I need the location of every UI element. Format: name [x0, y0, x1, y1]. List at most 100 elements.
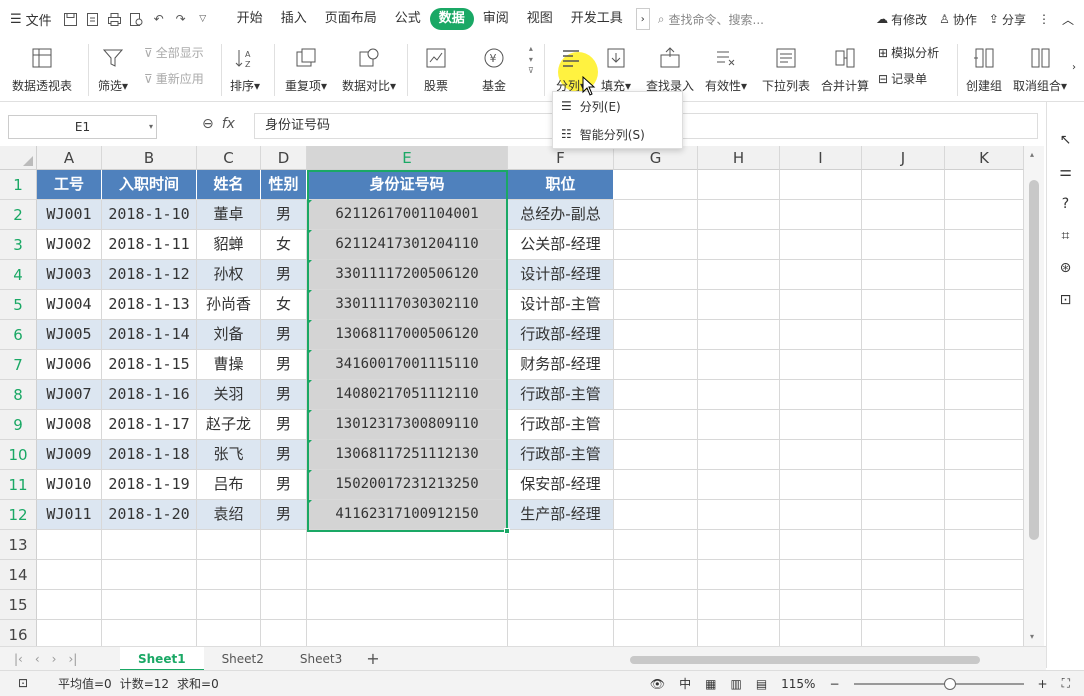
fill-button[interactable]: 填充▾ — [601, 44, 631, 94]
empty-cell[interactable] — [698, 200, 780, 230]
column-header-a[interactable]: A — [37, 146, 102, 170]
input-method-icon[interactable]: 中 — [679, 675, 691, 692]
empty-cell[interactable] — [508, 530, 614, 560]
empty-cell[interactable] — [508, 590, 614, 620]
table-header-cell[interactable]: 入职时间 — [102, 170, 197, 200]
row-header-3[interactable]: 3 — [0, 230, 37, 260]
empty-cell[interactable] — [945, 410, 1024, 440]
empty-cell[interactable] — [945, 500, 1024, 530]
table-cell[interactable]: 吕布 — [197, 470, 261, 500]
ribbon-next-chevron-icon[interactable]: › — [1072, 62, 1076, 73]
empty-cell[interactable] — [945, 440, 1024, 470]
empty-cell[interactable] — [862, 260, 945, 290]
table-cell[interactable]: 设计部-主管 — [508, 290, 614, 320]
chevron-down-icon[interactable]: ▾ — [149, 116, 153, 138]
column-header-b[interactable]: B — [102, 146, 197, 170]
table-cell[interactable]: 13068117000506120 — [307, 320, 508, 350]
sheet-tab-sheet1[interactable]: Sheet1 — [120, 646, 204, 671]
table-cell[interactable]: 34160017001115110 — [307, 350, 508, 380]
empty-cell[interactable] — [508, 620, 614, 646]
empty-cell[interactable] — [614, 350, 698, 380]
table-cell[interactable]: 男 — [261, 470, 307, 500]
row-header-9[interactable]: 9 — [0, 410, 37, 440]
empty-cell[interactable] — [780, 560, 862, 590]
table-header-cell[interactable]: 工号 — [37, 170, 102, 200]
file-menu[interactable]: ☰ 文件 — [0, 0, 60, 38]
merge-calculation-button[interactable]: 合并计算 — [821, 44, 869, 94]
macro-record-icon[interactable]: ⊡ — [18, 676, 28, 690]
empty-cell[interactable] — [780, 320, 862, 350]
empty-cell[interactable] — [698, 320, 780, 350]
collapse-ribbon-icon[interactable]: ︿ — [1062, 11, 1074, 28]
empty-cell[interactable] — [780, 410, 862, 440]
table-header-cell[interactable]: 性别 — [261, 170, 307, 200]
empty-cell[interactable] — [945, 590, 1024, 620]
empty-cell[interactable] — [614, 380, 698, 410]
table-cell[interactable]: 2018-1-15 — [102, 350, 197, 380]
table-cell[interactable]: 孙权 — [197, 260, 261, 290]
empty-cell[interactable] — [197, 560, 261, 590]
empty-cell[interactable] — [614, 230, 698, 260]
table-cell[interactable]: WJ002 — [37, 230, 102, 260]
customize-quick-access-icon[interactable]: ▽ — [192, 8, 214, 30]
row-header-1[interactable]: 1 — [0, 170, 37, 200]
tab-view[interactable]: 视图 — [518, 8, 562, 30]
empty-cell[interactable] — [508, 560, 614, 590]
table-cell[interactable]: 男 — [261, 260, 307, 290]
table-cell[interactable]: 2018-1-10 — [102, 200, 197, 230]
table-cell[interactable]: 2018-1-14 — [102, 320, 197, 350]
empty-cell[interactable] — [780, 380, 862, 410]
table-cell[interactable]: 女 — [261, 290, 307, 320]
empty-cell[interactable] — [945, 380, 1024, 410]
select-arrow-icon[interactable]: ↖ — [1060, 132, 1072, 148]
table-cell[interactable]: WJ005 — [37, 320, 102, 350]
sort-button[interactable]: AZ 排序▾ — [230, 44, 260, 94]
table-cell[interactable]: 男 — [261, 500, 307, 530]
fund-button[interactable]: ¥ 基金 — [480, 44, 508, 94]
create-group-button[interactable]: 创建组 — [966, 44, 1002, 94]
fullscreen-icon[interactable]: ⛶ — [1062, 676, 1070, 691]
empty-cell[interactable] — [780, 500, 862, 530]
empty-cell[interactable] — [614, 260, 698, 290]
data-compare-button[interactable]: 数据对比▾ — [342, 44, 396, 94]
table-cell[interactable]: WJ007 — [37, 380, 102, 410]
table-cell[interactable]: 2018-1-18 — [102, 440, 197, 470]
empty-cell[interactable] — [862, 230, 945, 260]
empty-cell[interactable] — [780, 200, 862, 230]
empty-cell[interactable] — [780, 530, 862, 560]
row-header-4[interactable]: 4 — [0, 260, 37, 290]
empty-cell[interactable] — [945, 530, 1024, 560]
table-cell[interactable]: 设计部-经理 — [508, 260, 614, 290]
empty-cell[interactable] — [862, 200, 945, 230]
undo-icon[interactable]: ↶ — [148, 8, 170, 30]
table-cell[interactable]: 男 — [261, 200, 307, 230]
ungroup-button[interactable]: 取消组合▾ — [1013, 44, 1067, 94]
empty-cell[interactable] — [307, 560, 508, 590]
table-cell[interactable]: 62112617001104001 — [307, 200, 508, 230]
row-header-8[interactable]: 8 — [0, 380, 37, 410]
empty-cell[interactable] — [614, 590, 698, 620]
table-cell[interactable]: 男 — [261, 380, 307, 410]
empty-cell[interactable] — [698, 410, 780, 440]
tab-developer[interactable]: 开发工具 — [562, 8, 632, 30]
modified-status[interactable]: ☁ 有修改 — [876, 11, 927, 28]
table-cell[interactable]: 2018-1-12 — [102, 260, 197, 290]
column-header-c[interactable]: C — [197, 146, 261, 170]
empty-cell[interactable] — [261, 620, 307, 646]
table-cell[interactable]: 公关部-经理 — [508, 230, 614, 260]
page-layout-view-icon[interactable]: ▥ — [730, 677, 741, 691]
row-header-16[interactable]: 16 — [0, 620, 37, 646]
select-all-corner[interactable] — [0, 146, 37, 170]
scroll-up-icon[interactable]: ▴ — [1030, 150, 1034, 159]
empty-cell[interactable] — [614, 200, 698, 230]
horizontal-scroll-thumb[interactable] — [630, 656, 980, 664]
table-cell[interactable]: 女 — [261, 230, 307, 260]
table-header-cell[interactable]: 身份证号码 — [307, 170, 508, 200]
table-cell[interactable]: 貂蝉 — [197, 230, 261, 260]
name-box[interactable]: E1 ▾ — [8, 115, 157, 139]
empty-cell[interactable] — [197, 590, 261, 620]
empty-cell[interactable] — [307, 620, 508, 646]
empty-cell[interactable] — [37, 620, 102, 646]
column-header-d[interactable]: D — [261, 146, 307, 170]
empty-cell[interactable] — [698, 470, 780, 500]
